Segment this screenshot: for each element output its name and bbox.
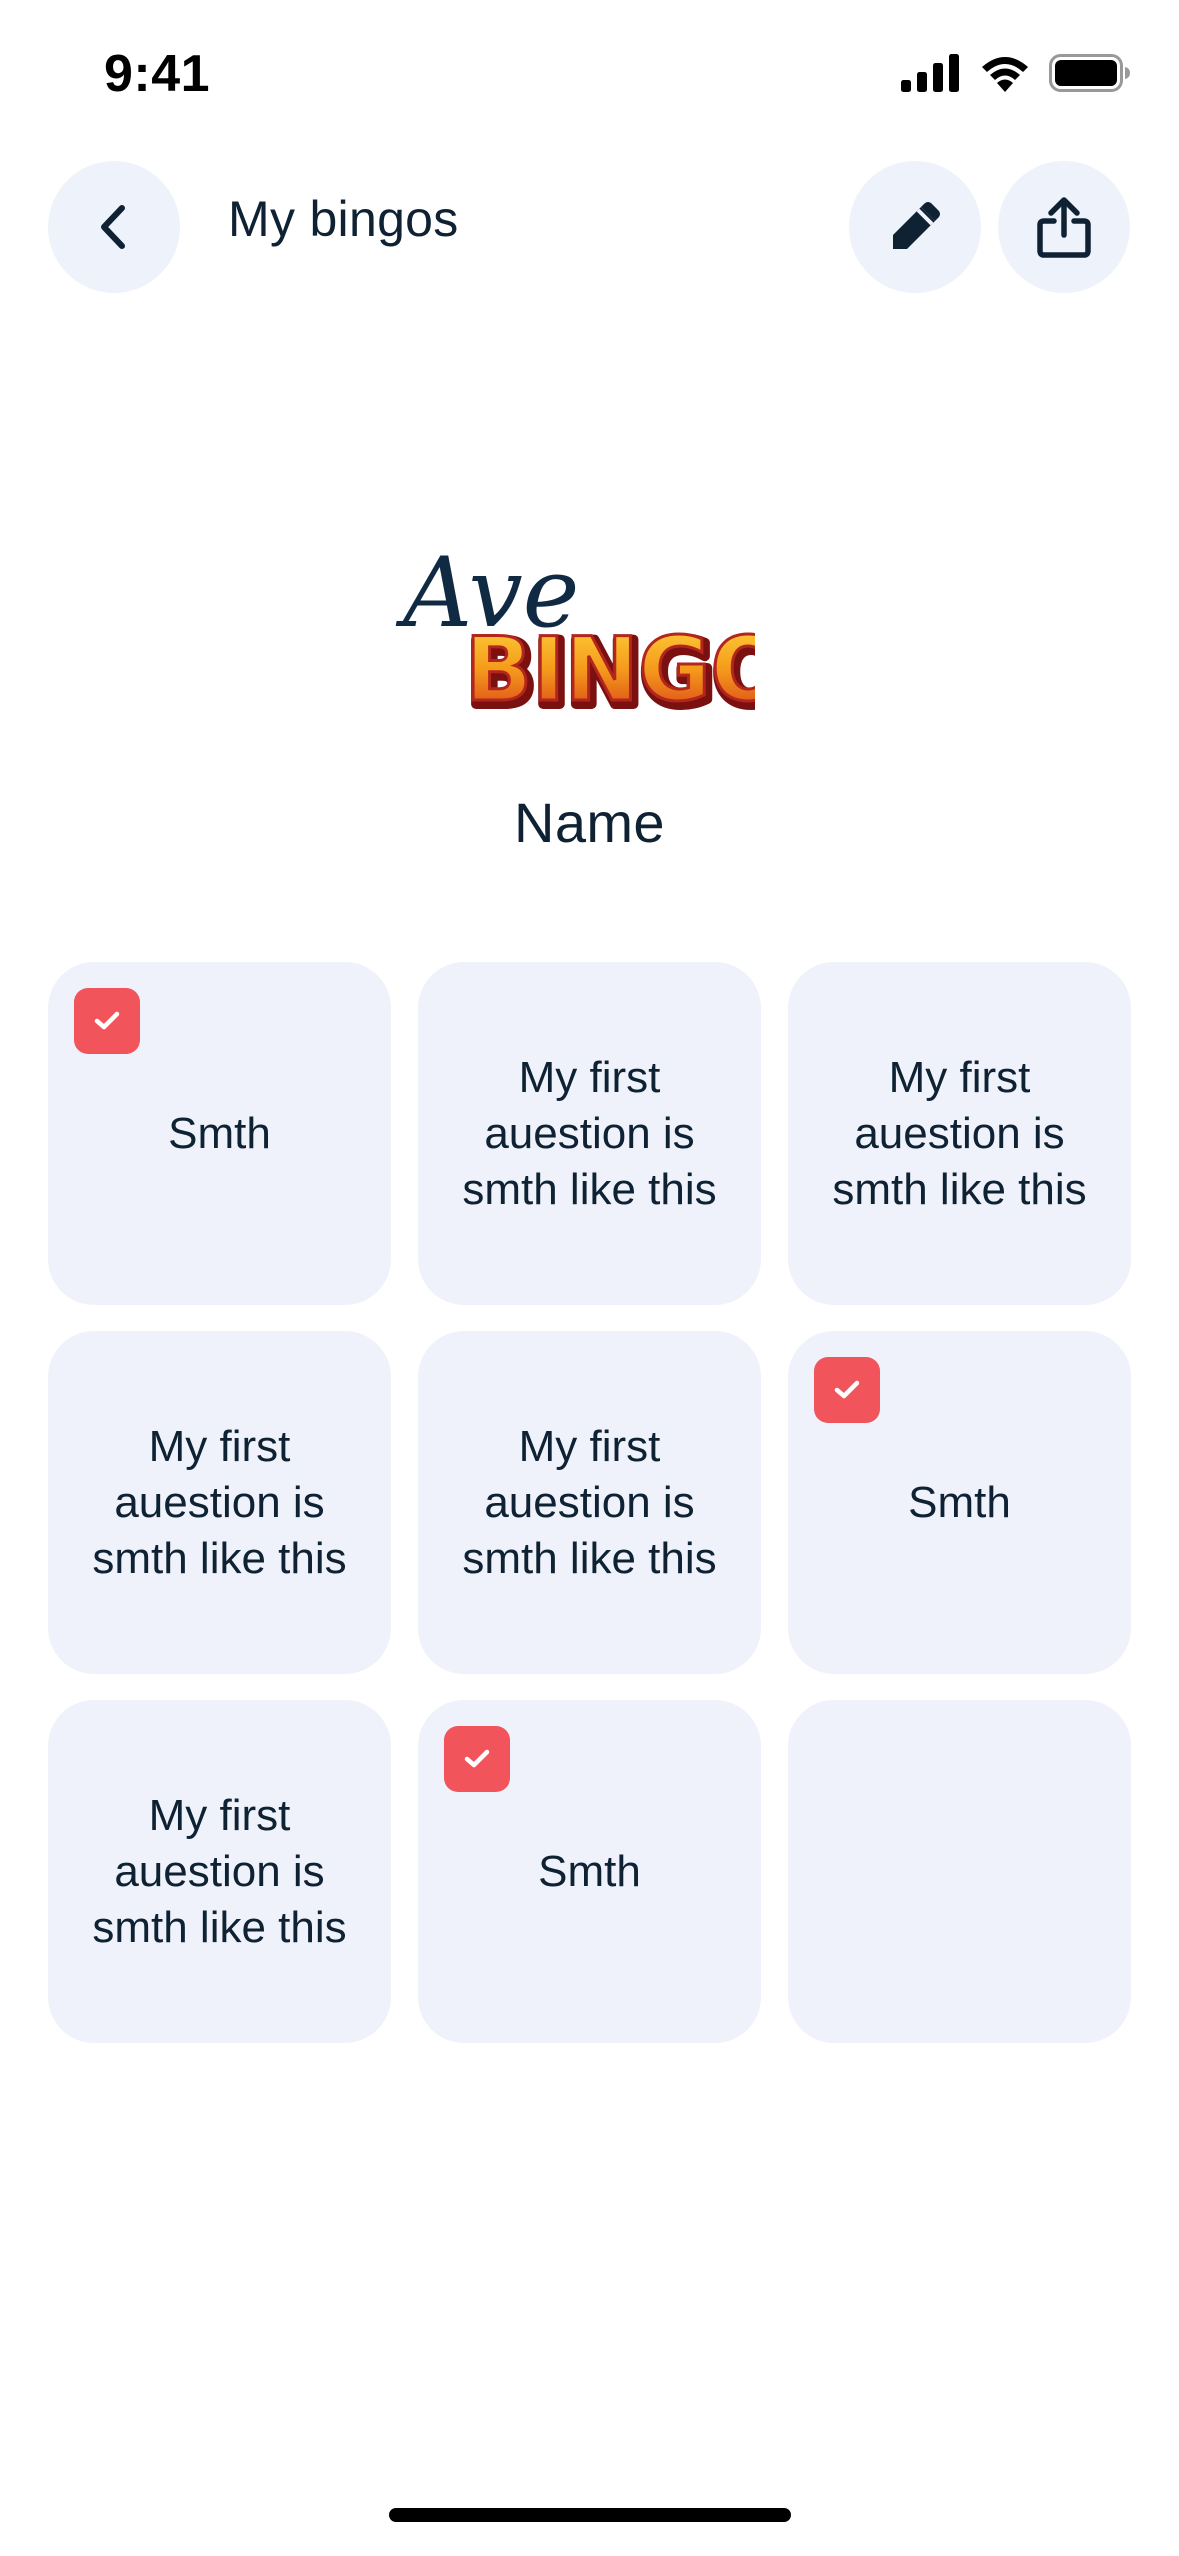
ave-bingo-logo: Ave BINGO BINGO	[395, 522, 794, 730]
bingo-cell-text: My first auestion is smth like this	[832, 1052, 1087, 1214]
bingo-cell[interactable]: Smth	[418, 1700, 761, 2043]
checkmark-icon	[94, 1011, 120, 1030]
checkmark-icon	[464, 1749, 490, 1768]
checked-badge	[444, 1726, 510, 1792]
bingo-cell[interactable]: My first auestion is smth like this	[418, 962, 761, 1305]
bingo-cell[interactable]: My first auestion is smth like this	[48, 1331, 391, 1674]
checkmark-icon	[834, 1380, 860, 1399]
status-icons	[901, 54, 1131, 92]
wifi-icon	[982, 57, 1028, 92]
bingo-cell-text: My first auestion is smth like this	[92, 1790, 347, 1952]
bingo-cell[interactable]: Smth	[788, 1331, 1131, 1674]
status-bar: 9:41	[0, 0, 1179, 150]
page-title: My bingos	[228, 191, 459, 247]
bingo-cell-text: My first auestion is smth like this	[462, 1052, 717, 1214]
bingo-cell-text: My first auestion is smth like this	[92, 1421, 347, 1583]
pencil-icon	[893, 202, 940, 249]
bingo-cell[interactable]: My first auestion is smth like this	[48, 1700, 391, 2043]
bingo-cell[interactable]: My first auestion is smth like this	[418, 1331, 761, 1674]
bingo-cell[interactable]: My first auestion is smth like this	[788, 962, 1131, 1305]
edit-button[interactable]	[849, 161, 981, 293]
bingo-cell-text: My first auestion is smth like this	[462, 1421, 717, 1583]
bingo-cell-text: Smth	[168, 1108, 271, 1158]
bingo-cell-text: Smth	[538, 1846, 641, 1896]
battery-icon	[1049, 54, 1130, 92]
home-indicator	[389, 2508, 791, 2522]
share-icon	[1037, 197, 1091, 258]
logo-bold-text: BINGO	[465, 618, 755, 721]
bingo-grid: Smth My first auestion is smth like this…	[48, 962, 1131, 2043]
checked-badge	[814, 1357, 880, 1423]
chevron-left-icon	[101, 205, 125, 249]
back-button[interactable]	[48, 161, 180, 293]
bingo-cell-text: Smth	[908, 1477, 1011, 1527]
cellular-signal-icon	[901, 54, 959, 92]
bingo-cell-empty[interactable]	[788, 1700, 1131, 2043]
checked-badge	[74, 988, 140, 1054]
status-time: 9:41	[104, 45, 211, 103]
bingo-cell[interactable]: Smth	[48, 962, 391, 1305]
share-button[interactable]	[998, 161, 1130, 293]
bingo-card-name: Name	[514, 791, 665, 854]
